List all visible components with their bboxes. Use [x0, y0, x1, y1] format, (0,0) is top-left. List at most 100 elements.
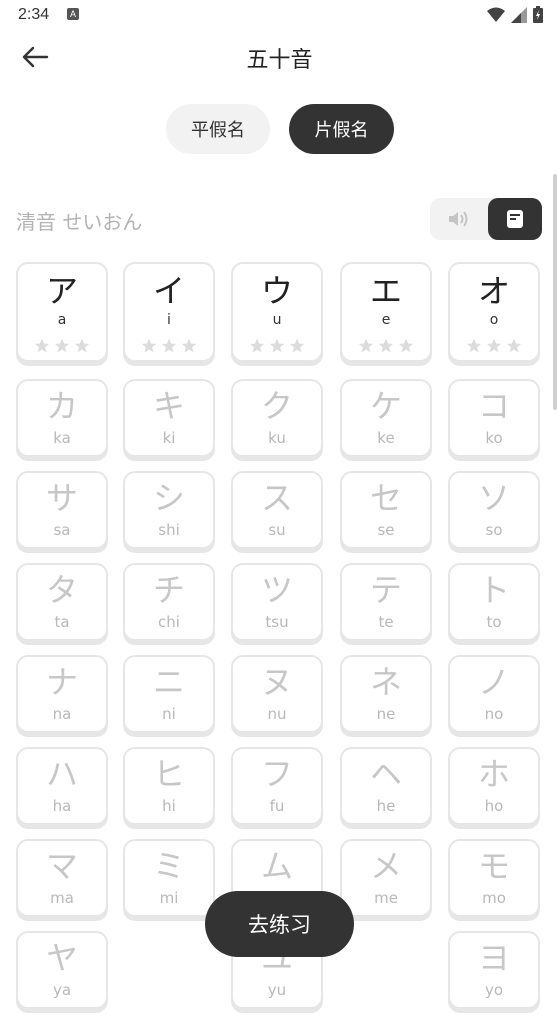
kana-romaji: shi [158, 521, 180, 539]
kana-romaji: yu [267, 981, 287, 999]
kana-card[interactable]: テ te [340, 563, 432, 641]
kana-romaji: fu [269, 797, 285, 815]
kana-card[interactable]: ヒ hi [123, 747, 215, 825]
note-icon [507, 210, 523, 228]
kana-card[interactable]: シ shi [123, 471, 215, 549]
star-icon [34, 338, 50, 354]
kana-card[interactable]: アa [16, 262, 108, 362]
kana-character: チ [152, 571, 185, 609]
kana-romaji: ki [162, 429, 176, 447]
star-icon [378, 338, 394, 354]
kana-romaji: u [272, 312, 282, 328]
kana-character: ヒ [152, 755, 185, 793]
status-icons [487, 6, 543, 23]
kana-card[interactable]: セ se [340, 471, 432, 549]
kana-card[interactable]: メ me [340, 839, 432, 917]
kana-card[interactable]: ナ na [16, 655, 108, 733]
rating-stars [342, 338, 430, 354]
tab-hiragana[interactable]: 平假名 [166, 104, 270, 154]
kana-row: アaイiウuエeオo [16, 262, 544, 362]
kana-card[interactable]: ケ ke [340, 379, 432, 457]
section-title: 清音 せいおん [16, 210, 143, 234]
star-icon [54, 338, 70, 354]
kana-card[interactable]: チ chi [123, 563, 215, 641]
app-notification-icon: A [67, 8, 79, 20]
kana-character: ホ [477, 755, 510, 793]
kana-row: カ ka キ ki ク ku ケ ke コ ko [16, 379, 544, 463]
kana-romaji: sa [53, 521, 71, 539]
page-title: 五十音 [246, 48, 313, 73]
kana-romaji: ha [52, 797, 72, 815]
kana-character: ヘ [369, 755, 402, 793]
kana-card[interactable]: イi [123, 262, 215, 362]
kana-character: ヌ [260, 663, 293, 701]
kana-card[interactable]: コ ko [448, 379, 540, 457]
kana-character: ミ [152, 847, 185, 885]
kana-card[interactable]: ホ ho [448, 747, 540, 825]
kana-romaji: ma [50, 889, 74, 907]
kana-card[interactable]: ニ ni [123, 655, 215, 733]
kana-character: ス [260, 479, 293, 517]
kana-romaji: ku [268, 429, 286, 447]
star-icon [161, 338, 177, 354]
kana-romaji: ke [377, 429, 395, 447]
kana-row: サ sa シ shi ス su セ se ソ so [16, 471, 544, 555]
kana-card[interactable]: エe [340, 262, 432, 362]
kana-card[interactable]: ク ku [231, 379, 323, 457]
speaker-icon [449, 211, 468, 227]
kana-card[interactable]: ハ ha [16, 747, 108, 825]
star-icon [141, 338, 157, 354]
kana-card[interactable]: ウu [231, 262, 323, 362]
kana-character: オ [477, 272, 510, 310]
kana-card[interactable]: キ ki [123, 379, 215, 457]
kana-card[interactable]: ヤ ya [16, 931, 108, 1009]
kana-card[interactable]: サ sa [16, 471, 108, 549]
kana-card[interactable]: ト to [448, 563, 540, 641]
kana-card[interactable]: ツ tsu [231, 563, 323, 641]
scrollbar[interactable] [553, 174, 557, 410]
kana-card[interactable]: ス su [231, 471, 323, 549]
kana-romaji: chi [158, 613, 180, 631]
kana-card[interactable]: モ mo [448, 839, 540, 917]
kana-romaji: ka [53, 429, 71, 447]
view-mode-toggle [430, 198, 542, 240]
star-icon [74, 338, 90, 354]
kana-romaji: ni [162, 705, 176, 723]
kana-card[interactable]: ヨ yo [448, 931, 540, 1009]
kana-romaji: ya [52, 981, 72, 999]
kana-character: ウ [260, 272, 293, 310]
kana-character: モ [477, 847, 510, 885]
card-mode-button[interactable] [488, 198, 542, 240]
kana-card[interactable]: ミ mi [123, 839, 215, 917]
star-icon [289, 338, 305, 354]
kana-row: ナ na ニ ni ヌ nu ネ ne ノ no [16, 655, 544, 739]
kana-character: ヨ [477, 939, 510, 977]
kana-romaji: nu [267, 705, 287, 723]
battery-icon [533, 6, 543, 23]
kana-character: ネ [369, 663, 402, 701]
kana-card[interactable]: ヌ nu [231, 655, 323, 733]
kana-card[interactable]: ソ so [448, 471, 540, 549]
kana-character: キ [152, 387, 185, 425]
kana-card[interactable]: ヘ he [340, 747, 432, 825]
kana-card[interactable]: マ ma [16, 839, 108, 917]
kana-romaji: ko [485, 429, 503, 447]
kana-row: タ ta チ chi ツ tsu テ te ト to [16, 563, 544, 647]
kana-romaji: mi [159, 889, 179, 907]
kana-card[interactable]: ネ ne [340, 655, 432, 733]
kana-card[interactable]: タ ta [16, 563, 108, 641]
rating-stars [233, 338, 321, 354]
rating-stars [450, 338, 538, 354]
kana-card[interactable]: カ ka [16, 379, 108, 457]
kana-romaji: hi [162, 797, 176, 815]
sound-mode-button[interactable] [440, 204, 478, 234]
practice-button[interactable]: 去练习 [205, 891, 354, 957]
kana-romaji: i [167, 312, 171, 328]
kana-card[interactable]: フ fu [231, 747, 323, 825]
tab-katakana[interactable]: 片假名 [289, 104, 394, 154]
star-icon [358, 338, 374, 354]
kana-character: セ [369, 479, 402, 517]
kana-card[interactable]: ノ no [448, 655, 540, 733]
kana-character: ム [260, 847, 293, 885]
kana-card[interactable]: オo [448, 262, 540, 362]
